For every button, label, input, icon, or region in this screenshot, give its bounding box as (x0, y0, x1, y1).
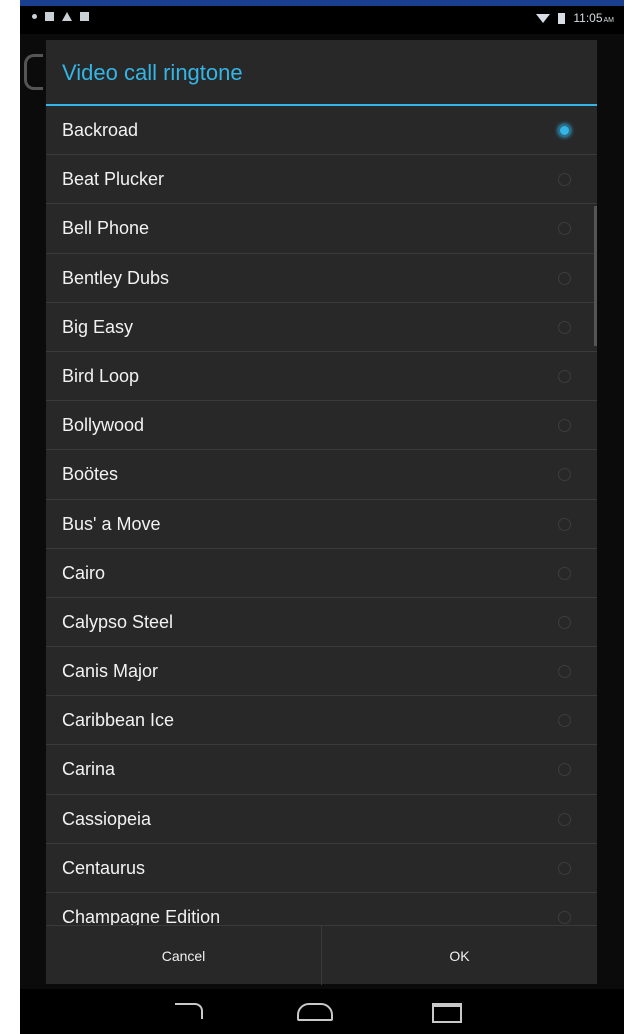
ringtone-label: Carina (62, 759, 116, 780)
ringtone-item[interactable]: Calypso Steel (46, 598, 597, 648)
ringtone-item[interactable]: Bus' a Move (46, 500, 597, 549)
navigation-bar (20, 989, 624, 1034)
ringtone-item[interactable]: Cairo (46, 549, 597, 598)
radio-button[interactable] (558, 173, 571, 187)
radio-button[interactable] (558, 320, 571, 334)
radio-button[interactable] (558, 517, 571, 531)
ringtone-label: Bus' a Move (62, 513, 161, 534)
ringtone-item[interactable]: Centaurus (46, 844, 597, 893)
radio-button[interactable] (558, 911, 571, 924)
ok-button-label: OK (449, 947, 470, 964)
ringtone-label: Centaurus (62, 857, 146, 878)
scrollbar[interactable] (594, 206, 597, 346)
cancel-button[interactable]: Cancel (46, 926, 322, 985)
ringtone-label: Boötes (62, 464, 119, 485)
radio-button[interactable] (558, 812, 571, 826)
ringtone-label: Cassiopeia (62, 808, 152, 829)
dialog-buttons: Cancel OK (46, 925, 597, 985)
radio-button[interactable] (558, 222, 571, 236)
ringtone-item[interactable]: Carina (46, 745, 597, 795)
radio-button[interactable] (558, 665, 571, 679)
radio-button[interactable] (558, 271, 571, 285)
page-margin (624, 0, 641, 1034)
back-icon[interactable] (175, 1003, 203, 1019)
ringtone-label: Beat Plucker (62, 169, 165, 190)
recent-apps-icon[interactable] (432, 1003, 462, 1023)
radio-button[interactable] (558, 566, 571, 580)
ringtone-item[interactable]: Big Easy (46, 303, 597, 352)
radio-button[interactable] (558, 861, 571, 875)
ok-button[interactable]: OK (322, 926, 597, 985)
ringtone-item[interactable]: Bird Loop (46, 352, 597, 402)
ringtone-list[interactable]: Backroad Beat Plucker Bell Phone Bentley Du… (46, 106, 597, 925)
ringtone-item[interactable]: Champagne Edition (46, 893, 597, 925)
ringtone-label: Bentley Dubs (62, 267, 170, 288)
device-screen: 11:05AM Video call ringtone Backroad Beat… (20, 6, 624, 1034)
radio-button[interactable] (558, 124, 571, 137)
battery-icon (558, 12, 566, 24)
ringtone-label: Bird Loop (62, 365, 140, 386)
system-icons: 11:05AM (536, 11, 614, 25)
radio-button[interactable] (558, 369, 571, 383)
status-bar: 11:05AM (20, 6, 624, 34)
radio-button[interactable] (558, 468, 571, 482)
dot-icon (32, 14, 37, 19)
ringtone-label: Calypso Steel (62, 611, 174, 632)
ringtone-item[interactable]: Beat Plucker (46, 155, 597, 205)
ringtone-label: Cairo (62, 562, 106, 583)
dialog-title: Video call ringtone (62, 60, 243, 85)
ringtone-label: Champagne Edition (62, 907, 221, 925)
ringtone-label: Bollywood (62, 415, 145, 436)
screen-icon (45, 12, 54, 21)
notification-icons (32, 12, 89, 21)
wifi-icon (536, 13, 551, 23)
ringtone-item[interactable]: Bentley Dubs (46, 254, 597, 303)
ringtone-item[interactable]: Bell Phone (46, 204, 597, 254)
ringtone-label: Bell Phone (62, 218, 150, 239)
radio-button[interactable] (558, 615, 571, 629)
ringtone-dialog: Video call ringtone Backroad Beat Plucker… (46, 40, 597, 985)
ringtone-label: Big Easy (62, 316, 134, 337)
ringtone-item[interactable]: Cassiopeia (46, 795, 597, 844)
dialog-title-bar: Video call ringtone (46, 40, 597, 106)
ringtone-label: Backroad (62, 120, 139, 140)
ringtone-item[interactable]: Bollywood (46, 401, 597, 451)
radio-button[interactable] (558, 714, 571, 728)
ringtone-item[interactable]: Caribbean Ice (46, 696, 597, 746)
clock: 11:05AM (573, 11, 614, 25)
warning-icon (62, 12, 72, 21)
ringtone-item[interactable]: Canis Major (46, 647, 597, 697)
home-icon[interactable] (297, 1003, 333, 1021)
image-icon (80, 12, 89, 21)
radio-button[interactable] (558, 763, 571, 777)
clock-ampm: AM (603, 17, 615, 24)
background-app-icon (24, 54, 43, 90)
clock-time: 11:05 (573, 11, 603, 25)
ringtone-label: Canis Major (62, 661, 159, 682)
cancel-button-label: Cancel (161, 947, 206, 964)
ringtone-item[interactable]: Boötes (46, 450, 597, 500)
ringtone-label: Caribbean Ice (62, 710, 175, 731)
ringtone-item[interactable]: Backroad (46, 106, 597, 156)
radio-button[interactable] (558, 419, 571, 433)
